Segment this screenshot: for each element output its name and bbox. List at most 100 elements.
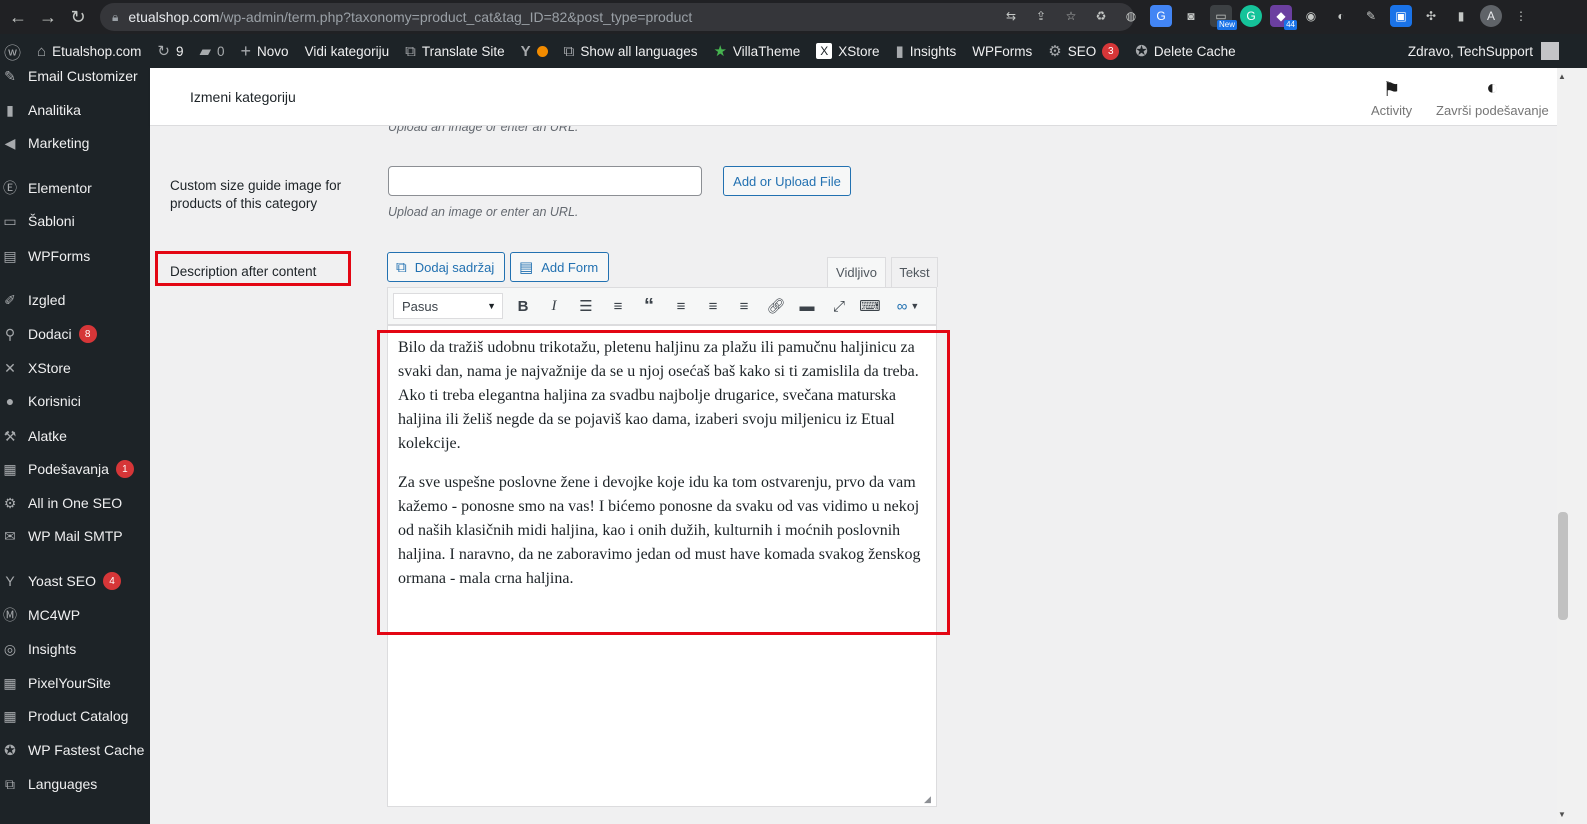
add-form-button[interactable]: ▤ Add Form: [510, 252, 609, 282]
address-bar[interactable]: 🔒︎ etualshop.com/wp-admin/term.php?taxon…: [100, 3, 1134, 31]
bookmark-star-icon[interactable]: ☆: [1060, 5, 1082, 27]
sidebar-item-elementor[interactable]: Ⓔ Elementor: [0, 174, 150, 202]
forward-arrow-icon[interactable]: →: [36, 5, 60, 29]
sidebar-item-alatke[interactable]: ⚒ Alatke: [0, 422, 150, 450]
browser-menu-icon[interactable]: ⋮: [1510, 5, 1532, 27]
browser-extensions: ⇆ ⇪ ☆ ♻ ◍ G ◙ ▭ New G ◆ 44 ◉ ◐ ✎ ▣ ✣ ▮ A ⋮: [1000, 5, 1532, 30]
sidebar-item-šabloni[interactable]: ▭ Šabloni: [0, 207, 150, 235]
align-left-icon[interactable]: ≡: [669, 295, 693, 317]
delete-cache-link[interactable]: ✪ Delete Cache: [1127, 34, 1243, 68]
settings-icon: ▦: [3, 460, 17, 477]
translate-page-icon[interactable]: ⇆: [1000, 5, 1022, 27]
recycle-extension-icon[interactable]: ♻: [1090, 5, 1112, 27]
meet-extension-icon[interactable]: ▣: [1390, 5, 1412, 27]
tab-visual[interactable]: Vidljivo: [827, 257, 886, 287]
align-right-icon[interactable]: ≡: [732, 295, 756, 317]
size-guide-input[interactable]: [388, 166, 702, 196]
scroll-up-icon[interactable]: ▲: [1558, 72, 1566, 81]
form-icon: ▤: [3, 247, 17, 264]
eye-extension-icon[interactable]: ◉: [1300, 5, 1322, 27]
sidebar-item-wp-fastest-cache[interactable]: ✪ WP Fastest Cache: [0, 736, 150, 764]
google-translate-extension-icon[interactable]: G: [1150, 5, 1172, 27]
sidebar-item-label: Languages: [28, 776, 98, 792]
bulleted-list-icon[interactable]: ☰: [574, 295, 598, 317]
sidebar-item-product-catalog[interactable]: ▦ Product Catalog: [0, 702, 150, 730]
grammarly-extension-icon[interactable]: G: [1240, 5, 1262, 27]
updates-link[interactable]: ↻ 9: [149, 34, 191, 68]
sidebar-item-korisnici[interactable]: ● Korisnici: [0, 387, 150, 415]
site-name-link[interactable]: ⌂ Etualshop.com: [29, 34, 149, 68]
sidebar-item-all-in-one-seo[interactable]: ⚙ All in One SEO: [0, 489, 150, 517]
view-category-link[interactable]: Vidi kategoriju: [297, 34, 398, 68]
add-media-button[interactable]: ⧉ Dodaj sadržaj: [387, 252, 505, 282]
read-more-icon[interactable]: ▬: [795, 295, 819, 317]
sidebar-item-wp-mail-smtp[interactable]: ✉ WP Mail SMTP: [0, 522, 150, 550]
insights-link[interactable]: ▮ Insights: [888, 34, 965, 68]
back-arrow-icon[interactable]: ←: [6, 5, 30, 29]
translate-site-link[interactable]: ⧉ Translate Site: [397, 34, 513, 68]
puzzle-icon[interactable]: ✣: [1420, 5, 1442, 27]
xstore-link[interactable]: X XStore: [808, 34, 887, 68]
seo-link[interactable]: ⚙ SEO 3: [1040, 34, 1127, 68]
sidebar-item-label: WP Mail SMTP: [28, 528, 123, 544]
my-account-link[interactable]: Zdravo, TechSupport: [1400, 34, 1567, 68]
sidebar-item-marketing[interactable]: ◀ Marketing: [0, 129, 150, 157]
blockquote-icon[interactable]: “: [637, 295, 661, 317]
sidebar-item-yoast-seo[interactable]: Y Yoast SEO 4: [0, 567, 150, 595]
sidebar-item-insights[interactable]: ◎ Insights: [0, 635, 150, 663]
sidebar-item-label: Šabloni: [28, 213, 75, 229]
counter-extension-icon[interactable]: ◆ 44: [1270, 5, 1297, 30]
plugin-icon: ⚲: [4, 325, 16, 342]
dark-mode-extension-icon[interactable]: ◐: [1330, 5, 1352, 27]
link-icon[interactable]: 🔗︎: [764, 295, 788, 317]
format-select[interactable]: Pasus ▼: [393, 293, 503, 319]
translate-icon: ⧉: [5, 775, 15, 792]
tab-text[interactable]: Tekst: [891, 257, 938, 287]
activity-button[interactable]: ⚑ Activity: [1371, 77, 1412, 118]
villatheme-link[interactable]: ★ VillaTheme: [705, 34, 808, 68]
numbered-list-icon[interactable]: ≡: [606, 295, 630, 317]
sidebar-item-analitika[interactable]: ▮ Analitika: [0, 96, 150, 124]
bold-icon[interactable]: B: [511, 295, 535, 317]
camera-extension-icon[interactable]: ◙: [1180, 5, 1202, 27]
sidebar-item-dodaci[interactable]: ⚲ Dodaci 8: [0, 320, 150, 348]
scroll-down-icon[interactable]: ▼: [1558, 810, 1566, 819]
main-content: Upload an image or enter an URL. Custom …: [150, 126, 1557, 824]
show-languages-link[interactable]: ⧉ Show all languages: [556, 34, 706, 68]
share-icon[interactable]: ⇪: [1030, 5, 1052, 27]
sidebar-item-email-customizer[interactable]: ✎ Email Customizer: [0, 68, 150, 90]
sidebar-item-podešavanja[interactable]: ▦ Podešavanja 1: [0, 455, 150, 483]
sidebar-item-pixelyoursite[interactable]: ▦ PixelYourSite: [0, 669, 150, 697]
sidebar-item-mc4wp[interactable]: Ⓜ MC4WP: [0, 601, 150, 629]
page-scrollbar[interactable]: ▲ ▼: [1557, 68, 1587, 824]
wpforms-link[interactable]: WPForms: [964, 34, 1040, 68]
megaphone-icon: ◀: [4, 134, 16, 151]
elementor-icon: Ⓔ: [3, 180, 17, 196]
sidebar-item-languages[interactable]: ⧉ Languages: [0, 770, 150, 798]
add-upload-file-button[interactable]: Add or Upload File: [723, 166, 851, 196]
infinity-dropdown-icon[interactable]: ∞ ▼: [890, 295, 926, 317]
align-center-icon[interactable]: ≡: [701, 295, 725, 317]
reload-icon[interactable]: ↻: [66, 5, 90, 29]
comments-link[interactable]: ▰ 0: [191, 34, 232, 68]
sidebar-item-xstore[interactable]: ✕ XStore: [0, 354, 150, 382]
page-header: Izmeni kategoriju ⚑ Activity ◐ Završi po…: [150, 68, 1557, 126]
bar-chart-icon: ▮: [895, 43, 904, 60]
finish-setup-button[interactable]: ◐ Završi podešavanje: [1436, 77, 1549, 118]
italic-icon[interactable]: I: [542, 295, 566, 317]
sidebar-item-izgled[interactable]: ✐ Izgled: [0, 286, 150, 314]
resize-handle-icon[interactable]: ◢: [924, 794, 934, 804]
new-extension-icon[interactable]: ▭ New: [1210, 5, 1237, 30]
fullscreen-icon[interactable]: ⤢: [827, 295, 851, 317]
toolbar-toggle-icon[interactable]: ⌨: [858, 295, 882, 317]
scroll-thumb[interactable]: [1558, 512, 1568, 620]
sidebar-toggle-icon[interactable]: ▮: [1450, 5, 1472, 27]
profile-avatar[interactable]: A: [1480, 5, 1502, 27]
new-content-link[interactable]: + Novo: [233, 34, 297, 68]
yoast-admin-link[interactable]: Y: [513, 34, 556, 68]
wordpress-logo-icon[interactable]: ⓦ: [0, 34, 29, 68]
pen-extension-icon[interactable]: ✎: [1360, 5, 1382, 27]
mail-icon: ✉: [4, 527, 16, 544]
sidebar-item-wpforms[interactable]: ▤ WPForms: [0, 242, 150, 270]
globe-extension-icon[interactable]: ◍: [1120, 5, 1142, 27]
